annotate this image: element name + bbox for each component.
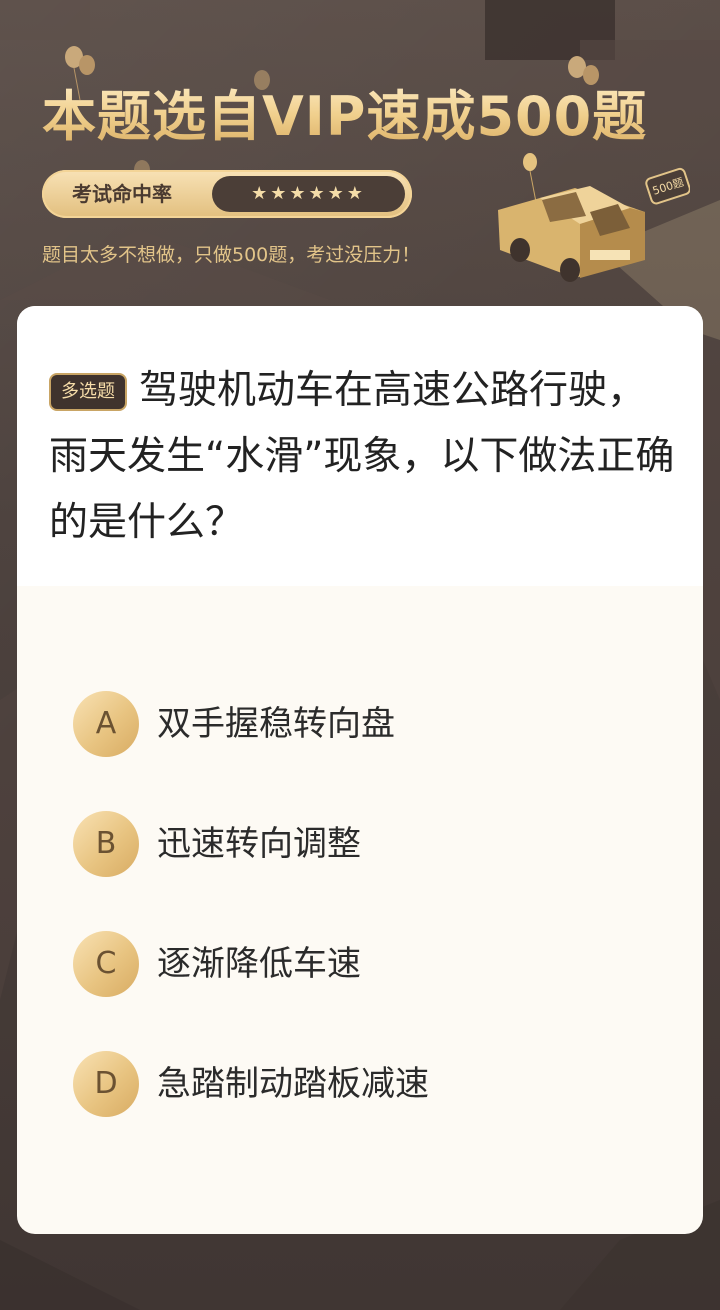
option-text: 逐渐降低车速 — [157, 944, 361, 984]
hit-rate-pill: 考试命中率 ★★★★★★ — [42, 170, 412, 218]
question-section: 多选题 驾驶机动车在高速公路行驶，雨天发生“水滑”现象，以下做法正确的是什么？ — [17, 306, 703, 586]
hit-rate-label: 考试命中率 — [72, 182, 172, 206]
option-letter-circle: A — [73, 691, 139, 757]
option-letter-circle: D — [73, 1051, 139, 1117]
option-letter-circle: B — [73, 811, 139, 877]
star-rating: ★★★★★★ — [212, 176, 405, 212]
question-text: 驾驶机动车在高速公路行驶，雨天发生“水滑”现象，以下做法正确的是什么？ — [49, 368, 675, 545]
page-title: 本题选自VIP速成500题 — [42, 72, 647, 151]
option-c[interactable]: C 逐渐降低车速 — [73, 931, 673, 999]
option-letter-circle: C — [73, 931, 139, 997]
question-card: 多选题 驾驶机动车在高速公路行驶，雨天发生“水滑”现象，以下做法正确的是什么？ A… — [17, 306, 703, 1234]
question-text-block: 多选题 驾驶机动车在高速公路行驶，雨天发生“水滑”现象，以下做法正确的是什么？ — [49, 358, 679, 556]
option-a[interactable]: A 双手握稳转向盘 — [73, 691, 673, 759]
option-text: 急踏制动踏板减速 — [157, 1064, 429, 1104]
option-d[interactable]: D 急踏制动踏板减速 — [73, 1051, 673, 1119]
question-type-badge: 多选题 — [49, 373, 127, 411]
option-text: 双手握稳转向盘 — [157, 704, 395, 744]
subtitle: 题目太多不想做，只做500题，考过没压力！ — [42, 244, 421, 266]
answer-options: A 双手握稳转向盘 B 迅速转向调整 C 逐渐降低车速 D 急踏制动踏板减速 — [73, 691, 673, 1171]
option-b[interactable]: B 迅速转向调整 — [73, 811, 673, 879]
option-text: 迅速转向调整 — [157, 824, 361, 864]
car-illustration: 500题 — [498, 153, 690, 282]
star-icons: ★★★★★★ — [251, 183, 366, 204]
